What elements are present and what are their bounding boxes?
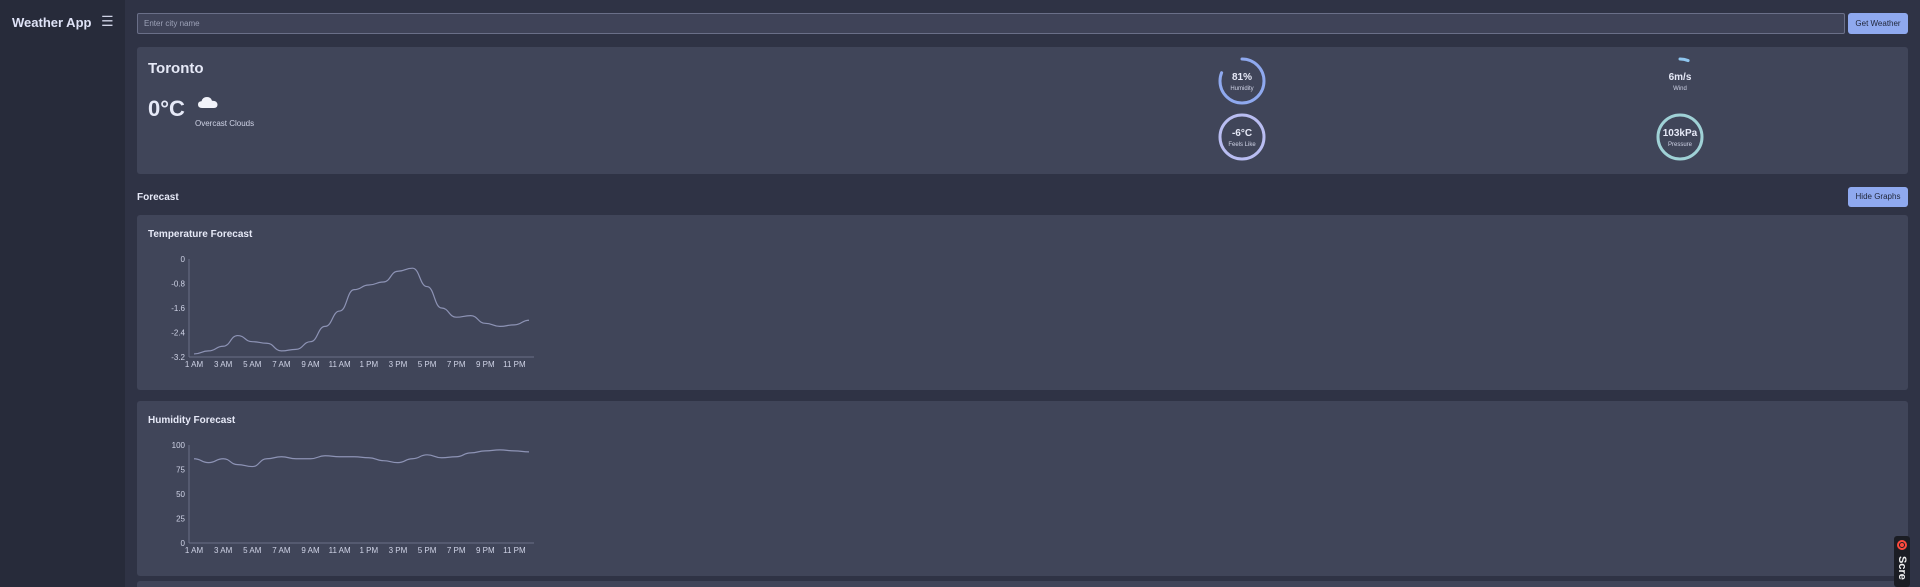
x-tick-label: 5 AM	[243, 360, 262, 369]
feels-like-gauge: -6°C Feels Like	[1217, 112, 1267, 162]
x-tick-label: 7 AM	[272, 360, 291, 369]
x-tick-label: 7 AM	[272, 546, 291, 555]
x-tick-label: 9 AM	[301, 546, 320, 555]
y-tick-label: -1.6	[171, 304, 185, 313]
app-title: Weather App	[12, 15, 92, 30]
x-tick-label: 11 AM	[329, 546, 351, 555]
city-name: Toronto	[148, 60, 204, 77]
x-tick-label: 9 PM	[476, 360, 495, 369]
series-line	[193, 449, 530, 468]
y-tick-label: 75	[176, 466, 185, 475]
y-tick-label: 0	[181, 255, 186, 264]
temperature-forecast-chart: 0 -0.8 -1.6 -2.4 -3.21 AM 3 AM 5 AM 7 AM 9 AM 11 …	[171, 255, 534, 369]
y-tick-label: -0.8	[171, 280, 185, 289]
get-weather-button[interactable]: Get Weather	[1848, 13, 1908, 34]
temperature-forecast-panel: Temperature Forecast 0 -0.8 -1.6 -2.4 -3.2 1 …	[137, 215, 1908, 390]
y-tick-label: -2.4	[171, 329, 185, 338]
sidebar	[0, 0, 125, 587]
x-tick-label: 3 PM	[389, 360, 408, 369]
series-line	[193, 267, 530, 355]
feels-like-value: -6°C	[1231, 128, 1253, 139]
x-tick-label: 1 AM	[185, 546, 204, 555]
pressure-label: Pressure	[1667, 142, 1692, 148]
wind-label: Wind	[1673, 86, 1687, 92]
x-tick-label: 5 PM	[418, 360, 437, 369]
y-tick-label: 100	[172, 441, 186, 450]
x-tick-label: 1 PM	[359, 360, 378, 369]
x-tick-label: 3 AM	[214, 546, 233, 555]
pressure-value: 103kPa	[1662, 128, 1698, 139]
y-tick-label: 25	[176, 515, 185, 524]
y-tick-label: 50	[176, 490, 185, 499]
pressure-gauge: 103kPa Pressure	[1655, 112, 1705, 162]
current-weather-panel: Toronto 0°C Overcast Clouds 81% Humidity…	[137, 47, 1908, 174]
screen-recorder-label: Scre	[1896, 556, 1908, 580]
x-tick-label: 11 PM	[503, 546, 526, 555]
hide-graphs-button[interactable]: Hide Graphs	[1848, 187, 1908, 207]
x-tick-label: 9 PM	[476, 546, 495, 555]
humidity-label: Humidity	[1230, 86, 1254, 92]
feels-like-label: Feels Like	[1228, 142, 1256, 148]
wind-value: 6m/s	[1668, 72, 1692, 83]
humidity-gauge: 81% Humidity	[1217, 56, 1267, 106]
x-tick-label: 5 PM	[418, 546, 437, 555]
x-tick-label: 11 PM	[503, 360, 526, 369]
x-tick-label: 11 AM	[329, 360, 351, 369]
screen-recorder-widget[interactable]: Scre	[1894, 536, 1910, 587]
hamburger-icon[interactable]: ☰	[101, 13, 114, 30]
wind-gauge: 6m/s Wind	[1655, 56, 1705, 106]
x-tick-label: 5 AM	[243, 546, 262, 555]
weather-condition: Overcast Clouds	[195, 119, 255, 128]
humidity-value: 81%	[1231, 72, 1252, 83]
humidity-forecast-panel: Humidity Forecast 100 75 50 25 0 1 AM 3 AM 5 AM…	[137, 401, 1908, 576]
x-tick-label: 3 PM	[389, 546, 408, 555]
next-forecast-panel	[137, 581, 1908, 587]
x-tick-label: 1 AM	[185, 360, 204, 369]
x-tick-label: 7 PM	[447, 360, 466, 369]
cloud-icon	[198, 97, 218, 108]
x-tick-label: 9 AM	[301, 360, 320, 369]
x-tick-label: 3 AM	[214, 360, 233, 369]
current-temperature: 0°C	[148, 96, 185, 121]
x-tick-label: 1 PM	[359, 546, 378, 555]
humidity-forecast-chart: 10075502501 AM 3 AM 5 AM 7 AM 9 AM 11 AM 1 PM 3…	[172, 441, 534, 555]
x-tick-label: 7 PM	[447, 546, 466, 555]
y-tick-label: -3.2	[171, 353, 185, 362]
forecast-title: Forecast	[137, 192, 179, 203]
record-icon[interactable]	[1897, 540, 1907, 550]
city-search-input[interactable]	[137, 13, 1845, 34]
